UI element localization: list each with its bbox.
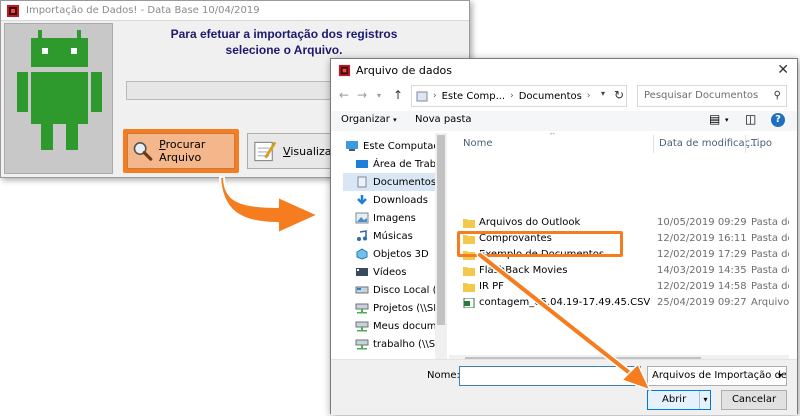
sort-chevron-icon: ^ (549, 133, 556, 140)
recent-chevron-icon[interactable]: ▾ (377, 91, 381, 100)
app-logo-icon (7, 4, 19, 17)
nav-item-projetos[interactable]: Projetos (\\SERV (353, 299, 447, 317)
forward-arrow-icon[interactable]: → (357, 88, 367, 102)
app-logo-icon (338, 64, 351, 76)
nav-item-music[interactable]: Músicas (353, 227, 447, 245)
downloads-icon (357, 195, 367, 205)
close-icon[interactable]: ✕ (777, 62, 789, 78)
view-options-chevron-icon[interactable]: ▾ (725, 116, 729, 124)
search-icon: ⚲ (773, 90, 781, 101)
dialog-toolbar: Organizar ▾ Nova pasta ▤ ▾ ◫ ? (331, 111, 797, 131)
new-folder-button[interactable]: Nova pasta (415, 114, 472, 125)
file-name-label: Nome: (427, 370, 460, 381)
browse-file-label: Procurar Arquivo (159, 138, 206, 164)
cancel-button[interactable]: Cancelar (721, 390, 787, 410)
file-row[interactable]: FlashBack Movies 14/03/2019 14:35 Pasta … (449, 263, 789, 279)
file-row[interactable]: Arquivos do Outlook 10/05/2019 09:29 Pas… (449, 215, 789, 231)
network-drive-icon (355, 321, 369, 332)
android-logo-icon (4, 23, 113, 174)
chevron-down-icon: ▾ (777, 371, 782, 380)
folder-icon (463, 266, 475, 276)
desktop-icon (356, 160, 368, 168)
address-dropdown-icon[interactable]: ▾ (601, 89, 605, 98)
file-open-dialog: Arquivo de dados ✕ ← → ▾ ↑ › Este Comp..… (330, 58, 798, 415)
search-placeholder: Pesquisar Documentos (644, 90, 759, 101)
nav-item-this-pc[interactable]: Este Computador (343, 137, 447, 155)
column-type[interactable]: Tipo (751, 138, 772, 149)
up-arrow-icon[interactable]: ↑ (393, 88, 403, 102)
network-drive-icon (355, 303, 369, 314)
breadcrumb-item[interactable]: Documentos (519, 91, 582, 102)
nav-item-local-disk[interactable]: Disco Local (C:) (353, 281, 447, 299)
nav-item-images[interactable]: Imagens (353, 209, 447, 227)
nav-item-downloads[interactable]: Downloads (353, 191, 447, 209)
refresh-icon: ↻ (613, 88, 625, 102)
import-instructions: Para efetuar a importação dos registros … (119, 26, 449, 58)
orange-curved-arrow-icon (219, 176, 319, 234)
nav-item-desktop[interactable]: Área de Trabalho (353, 155, 447, 173)
organize-menu[interactable]: Organizar ▾ (341, 114, 397, 125)
view-button[interactable]: Visualizar (247, 133, 337, 169)
file-name-input[interactable] (459, 366, 641, 386)
address-row: ← → ▾ ↑ › Este Comp... › Documentos › ▾ … (331, 83, 797, 109)
file-row-csv[interactable]: contagem_05.04.19-17.49.45.CSV 25/04/201… (449, 295, 789, 311)
search-input[interactable]: Pesquisar Documentos ⚲ (637, 85, 787, 107)
file-dialog-title: Arquivo de dados (356, 63, 453, 77)
nav-item-documents[interactable]: Documentos (343, 173, 447, 191)
navigation-pane: Este Computador Área de Trabalho Documen… (343, 133, 447, 361)
images-icon (355, 212, 369, 224)
import-window-title: Importação de Dados! - Data Base 10/04/2… (26, 5, 260, 16)
instructions-line-2: selecione o Arquivo. (225, 43, 343, 57)
file-type-select[interactable]: Arquivos de Importação de dac ▾ (647, 366, 787, 386)
videos-icon (356, 268, 368, 276)
network-drive-icon (355, 339, 369, 350)
nav-item-3d-objects[interactable]: Objetos 3D (353, 245, 447, 263)
documents-icon (357, 176, 367, 188)
file-dialog-titlebar: Arquivo de dados ✕ (331, 59, 797, 81)
breadcrumb-item[interactable]: Este Comp... (442, 91, 506, 102)
nav-item-trabalho[interactable]: trabalho (\\Servi (353, 335, 447, 353)
computer-icon (346, 141, 358, 151)
scrollbar-thumb[interactable] (437, 135, 445, 325)
folder-icon (463, 282, 475, 292)
nav-item-videos[interactable]: Vídeos (353, 263, 447, 281)
folder-icon (463, 218, 475, 228)
preview-pane-icon[interactable]: ◫ (745, 112, 756, 126)
drive-icon (355, 286, 369, 294)
address-bar[interactable]: › Este Comp... › Documentos › (411, 85, 627, 107)
refresh-button[interactable]: ↻ (607, 85, 631, 107)
dialog-footer: Nome: Arquivos de Importação de dac ▾ Ab… (331, 359, 797, 415)
notepad-icon (254, 141, 277, 162)
music-icon (357, 230, 367, 241)
documents-folder-icon (416, 91, 428, 102)
magnifier-icon (133, 142, 153, 161)
column-headers: ^ Nome Data de modificaç... Tipo (449, 133, 789, 155)
open-dropdown-chevron-icon[interactable]: ▾ (699, 391, 711, 409)
view-label: Visualizar (283, 144, 336, 158)
column-name[interactable]: Nome (463, 138, 493, 149)
help-icon[interactable]: ? (771, 113, 785, 127)
view-options-icon[interactable]: ▤ (709, 112, 720, 126)
navigation-scrollbar[interactable] (435, 133, 447, 361)
file-row[interactable]: IR PF 12/02/2019 14:58 Pasta de arqu (449, 279, 789, 295)
back-arrow-icon[interactable]: ← (339, 88, 349, 102)
csv-file-icon (463, 297, 475, 308)
import-window-titlebar: Importação de Dados! - Data Base 10/04/2… (1, 1, 469, 21)
csv-file-highlight (457, 231, 623, 257)
browse-file-button[interactable]: Procurar Arquivo (127, 133, 235, 169)
nav-item-meus-documentos[interactable]: Meus document (353, 317, 447, 335)
instructions-line-1: Para efetuar a importação dos registros (170, 27, 398, 41)
objects-3d-icon (356, 248, 368, 260)
